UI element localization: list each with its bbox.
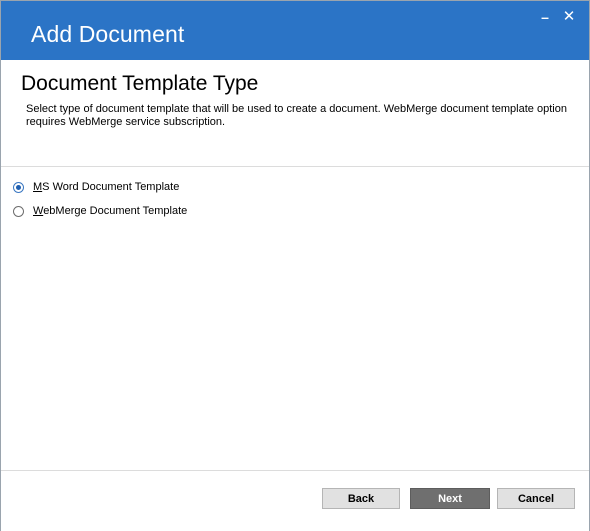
back-button[interactable]: Back — [322, 488, 400, 509]
add-document-dialog: Add Document – ✕ Document Template Type … — [0, 0, 590, 531]
page-title: Document Template Type — [21, 72, 259, 95]
window-title: Add Document — [31, 21, 185, 47]
radio-unselected-icon[interactable] — [13, 205, 24, 217]
access-key-w: W — [33, 205, 44, 217]
webmerge-template-label[interactable]: WebMerge Document Template — [33, 205, 187, 217]
access-key-m: M — [33, 181, 43, 193]
page-description: Select type of document template that wi… — [26, 103, 567, 128]
webmerge-template-radio[interactable]: WebMerge Document Template — [13, 202, 187, 220]
minimize-icon[interactable]: – — [537, 9, 553, 25]
close-icon[interactable]: ✕ — [561, 9, 577, 25]
ms-word-template-label[interactable]: MS Word Document Template — [33, 181, 179, 193]
ms-word-template-label-text: S Word Document Template — [42, 181, 180, 193]
webmerge-template-label-text: ebMerge Document Template — [43, 205, 188, 217]
wizard-header: Document Template Type Select type of do… — [1, 60, 589, 167]
wizard-footer: Back Next Cancel — [1, 470, 589, 531]
ms-word-template-radio[interactable]: MS Word Document Template — [13, 178, 179, 196]
radio-selected-icon[interactable] — [13, 181, 24, 193]
title-bar[interactable]: Add Document – ✕ — [1, 1, 589, 60]
cancel-button[interactable]: Cancel — [497, 488, 575, 509]
next-button[interactable]: Next — [410, 488, 490, 509]
